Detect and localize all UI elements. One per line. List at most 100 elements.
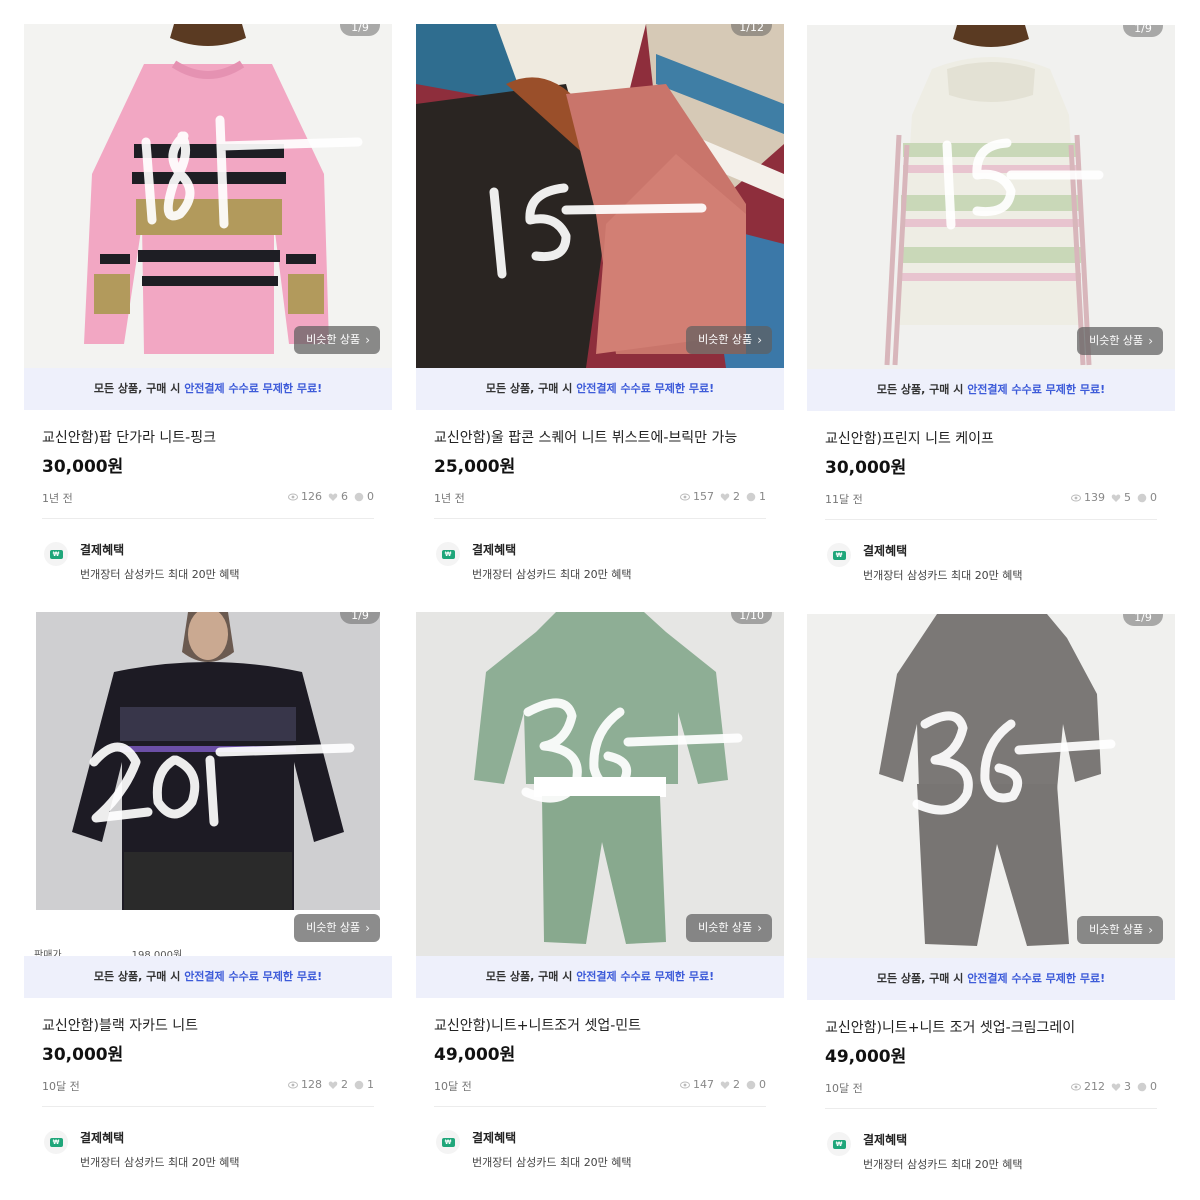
benefit-title[interactable]: 결제혜택 bbox=[863, 542, 907, 559]
chevron-right-icon: › bbox=[757, 921, 762, 935]
chat-count: 0 bbox=[1150, 1080, 1157, 1093]
view-count: 212 bbox=[1084, 1080, 1105, 1093]
posted-time: 1년 전 bbox=[434, 492, 465, 505]
like-count: 2 bbox=[733, 1078, 740, 1091]
benefit-subtitle: 번개장터 삼성카드 최대 20만 혜택 bbox=[472, 1156, 632, 1169]
original-price-overlay: 판매가 198,000원 bbox=[34, 946, 234, 956]
similar-products-button[interactable]: 비슷한 상품 › bbox=[294, 914, 380, 942]
similar-label: 비슷한 상품 bbox=[1089, 334, 1144, 347]
chevron-right-icon: › bbox=[1148, 334, 1153, 348]
safe-payment-banner[interactable]: 모든 상품, 구매 시 안전결제 수수료 무제한 무료! bbox=[807, 369, 1175, 411]
grey-setup-photo bbox=[807, 614, 1175, 958]
promo-text: 모든 상품, 구매 시 bbox=[485, 970, 577, 983]
similar-label: 비슷한 상품 bbox=[306, 333, 361, 346]
heart-icon bbox=[720, 1080, 730, 1089]
chat-icon bbox=[746, 1080, 756, 1089]
similar-label: 비슷한 상품 bbox=[698, 333, 753, 346]
chat-icon bbox=[1137, 493, 1147, 502]
similar-products-button[interactable]: 비슷한 상품 › bbox=[1077, 327, 1163, 355]
divider bbox=[825, 1108, 1157, 1109]
posted-time: 10달 전 bbox=[825, 1082, 863, 1095]
view-count: 128 bbox=[301, 1078, 322, 1091]
similar-products-button[interactable]: 비슷한 상품 › bbox=[294, 326, 380, 354]
divider bbox=[434, 1106, 766, 1107]
product-title[interactable]: 교신안함)프린지 니트 케이프 bbox=[825, 428, 994, 448]
heart-icon bbox=[720, 492, 730, 501]
product-title[interactable]: 교신안함)니트+니트 조거 셋업-크림그레이 bbox=[825, 1017, 1075, 1037]
product-stats: 126 6 0 bbox=[288, 490, 374, 503]
promo-text: 모든 상품, 구매 시 bbox=[485, 382, 577, 395]
safe-payment-banner[interactable]: 모든 상품, 구매 시 안전결제 수수료 무제한 무료! bbox=[24, 368, 392, 410]
product-image[interactable]: 1/9 비슷한 상품 › 판매가 198,000원 bbox=[24, 612, 392, 956]
chat-count: 1 bbox=[759, 490, 766, 503]
like-count: 3 bbox=[1124, 1080, 1131, 1093]
product-price: 49,000원 bbox=[825, 1047, 907, 1067]
like-count: 2 bbox=[341, 1078, 348, 1091]
product-title[interactable]: 교신안함)블랙 자카드 니트 bbox=[42, 1015, 198, 1035]
posted-time: 10달 전 bbox=[42, 1080, 80, 1093]
promo-highlight: 안전결제 수수료 무제한 무료! bbox=[576, 970, 715, 983]
promo-text: 모든 상품, 구매 시 bbox=[876, 383, 968, 396]
view-count: 157 bbox=[693, 490, 714, 503]
similar-label: 비슷한 상품 bbox=[698, 921, 753, 934]
view-count: 147 bbox=[693, 1078, 714, 1091]
promo-highlight: 안전결제 수수료 무제한 무료! bbox=[967, 383, 1106, 396]
chat-icon bbox=[746, 492, 756, 501]
mint-setup-photo bbox=[416, 612, 784, 956]
benefit-title[interactable]: 결제혜택 bbox=[80, 541, 124, 558]
benefit-subtitle: 번개장터 삼성카드 최대 20만 혜택 bbox=[80, 568, 240, 581]
safe-payment-banner[interactable]: 모든 상품, 구매 시 안전결제 수수료 무제한 무료! bbox=[416, 956, 784, 998]
original-price-value: 198,000원 bbox=[131, 950, 183, 956]
payment-card-icon: ₩ bbox=[827, 1132, 851, 1156]
promo-text: 모든 상품, 구매 시 bbox=[93, 970, 185, 983]
payment-card-icon: ₩ bbox=[827, 543, 851, 567]
promo-highlight: 안전결제 수수료 무제한 무료! bbox=[184, 382, 323, 395]
benefit-title[interactable]: 결제혜택 bbox=[80, 1129, 124, 1146]
vest-photo bbox=[416, 24, 784, 368]
product-image[interactable]: 1/9 비슷한 상품 › bbox=[807, 614, 1175, 958]
product-image[interactable]: 1/10 비슷한 상품 › bbox=[416, 612, 784, 956]
benefit-title[interactable]: 결제혜택 bbox=[472, 1129, 516, 1146]
promo-highlight: 안전결제 수수료 무제한 무료! bbox=[184, 970, 323, 983]
eye-icon bbox=[1071, 1083, 1081, 1090]
product-title[interactable]: 교신안함)팝 단가라 니트-핑크 bbox=[42, 427, 216, 447]
heart-icon bbox=[1111, 493, 1121, 502]
product-price: 30,000원 bbox=[42, 1045, 124, 1065]
sweater-photo bbox=[24, 24, 392, 368]
chat-count: 0 bbox=[759, 1078, 766, 1091]
product-title[interactable]: 교신안함)니트+니트조거 셋업-민트 bbox=[434, 1015, 641, 1035]
chat-count: 0 bbox=[367, 490, 374, 503]
product-image[interactable]: 1/12 비슷한 상품 › bbox=[416, 24, 784, 368]
cape-photo bbox=[807, 25, 1175, 369]
similar-products-button[interactable]: 비슷한 상품 › bbox=[686, 914, 772, 942]
chevron-right-icon: › bbox=[1148, 923, 1153, 937]
benefit-title[interactable]: 결제혜택 bbox=[472, 541, 516, 558]
image-counter: 1/9 bbox=[340, 24, 380, 36]
product-price: 49,000원 bbox=[434, 1045, 516, 1065]
safe-payment-banner[interactable]: 모든 상품, 구매 시 안전결제 수수료 무제한 무료! bbox=[416, 368, 784, 410]
chat-icon bbox=[354, 1080, 364, 1089]
chevron-right-icon: › bbox=[365, 921, 370, 935]
product-stats: 157 2 1 bbox=[680, 490, 766, 503]
heart-icon bbox=[1111, 1082, 1121, 1091]
product-image[interactable]: 1/9 비슷한 상품 › bbox=[807, 25, 1175, 369]
safe-payment-banner[interactable]: 모든 상품, 구매 시 안전결제 수수료 무제한 무료! bbox=[24, 956, 392, 998]
eye-icon bbox=[1071, 494, 1081, 501]
image-counter: 1/9 bbox=[1123, 614, 1163, 626]
similar-products-button[interactable]: 비슷한 상품 › bbox=[686, 326, 772, 354]
product-image[interactable]: 1/9 비슷한 상품 › bbox=[24, 24, 392, 368]
product-title[interactable]: 교신안함)울 팝콘 스퀘어 니트 뷔스트에-브릭만 가능 bbox=[434, 427, 737, 447]
heart-icon bbox=[328, 492, 338, 501]
eye-icon bbox=[680, 1081, 690, 1088]
product-stats: 139 5 0 bbox=[1071, 491, 1157, 504]
product-price: 30,000원 bbox=[825, 458, 907, 478]
posted-time: 1년 전 bbox=[42, 492, 73, 505]
jacquard-knit-photo bbox=[24, 612, 392, 956]
safe-payment-banner[interactable]: 모든 상품, 구매 시 안전결제 수수료 무제한 무료! bbox=[807, 958, 1175, 1000]
chat-count: 1 bbox=[367, 1078, 374, 1091]
posted-time: 10달 전 bbox=[434, 1080, 472, 1093]
divider bbox=[42, 518, 374, 519]
similar-products-button[interactable]: 비슷한 상품 › bbox=[1077, 916, 1163, 944]
chat-icon bbox=[1137, 1082, 1147, 1091]
benefit-title[interactable]: 결제혜택 bbox=[863, 1131, 907, 1148]
